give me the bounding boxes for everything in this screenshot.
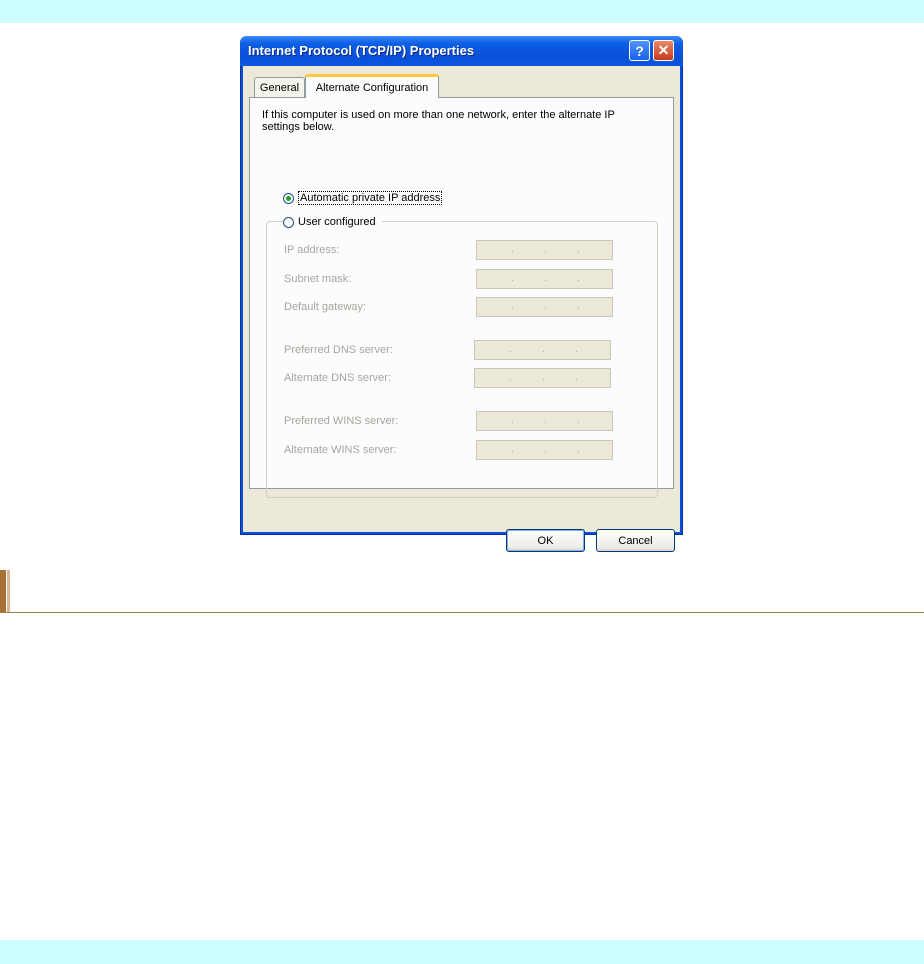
top-band [0,0,924,23]
preferred-dns-label: Preferred DNS server: [284,344,393,356]
ip-dot: . [544,415,547,426]
cancel-button[interactable]: Cancel [596,529,675,552]
radio-unchecked-icon[interactable] [283,216,294,228]
default-gateway-input[interactable]: . . . [476,297,613,317]
preferred-dns-row: Preferred DNS server: . . . [284,340,614,360]
tcpip-properties-dialog: Internet Protocol (TCP/IP) Properties ? … [240,36,683,552]
ip-dot: . [511,415,514,426]
user-configured-option[interactable]: User configured [283,216,382,228]
dialog-title: Internet Protocol (TCP/IP) Properties [248,43,475,58]
section-divider [0,612,924,613]
ip-dot: . [544,444,547,455]
ip-address-label: IP address: [284,244,340,256]
automatic-private-ip-option[interactable]: Automatic private IP address [283,191,443,205]
user-configured-label: User configured [298,216,376,228]
default-gateway-label: Default gateway: [284,301,366,313]
alternate-wins-row: Alternate WINS server: . . . [284,440,614,460]
ip-dot: . [577,301,580,312]
close-icon: ✕ [657,42,670,58]
alternate-dns-row: Alternate DNS server: . . . [284,368,614,388]
tab-general[interactable]: General [254,77,305,97]
ip-dot: . [511,301,514,312]
alternate-dns-input[interactable]: . . . [474,368,611,388]
preferred-wins-label: Preferred WINS server: [284,415,399,427]
preferred-dns-input[interactable]: . . . [474,340,611,360]
dialog-client-area: General Alternate Configuration If this … [243,66,680,552]
close-button[interactable]: ✕ [653,40,674,61]
title-bar[interactable]: Internet Protocol (TCP/IP) Properties ? … [240,36,683,66]
ip-dot: . [509,372,512,383]
help-button[interactable]: ? [629,40,650,61]
tab-alternate-configuration[interactable]: Alternate Configuration [305,74,439,98]
ip-dot: . [511,273,514,284]
ip-dot: . [544,244,547,255]
ip-dot: . [575,372,578,383]
preferred-wins-input[interactable]: . . . [476,411,613,431]
help-icon: ? [635,42,644,59]
preferred-wins-row: Preferred WINS server: . . . [284,411,614,431]
alternate-wins-input[interactable]: . . . [476,440,613,460]
ip-address-input[interactable]: . . . [476,240,613,260]
ip-dot: . [577,444,580,455]
ip-dot: . [542,372,545,383]
radio-checked-icon[interactable] [283,192,294,204]
ip-dot: . [575,344,578,355]
ip-dot: . [544,301,547,312]
ip-dot: . [542,344,545,355]
section-heading-accent [0,570,6,612]
subnet-mask-label: Subnet mask: [284,273,352,285]
section-heading-accent-light [7,570,10,612]
ip-dot: . [577,244,580,255]
ok-button[interactable]: OK [506,529,585,552]
ip-dot: . [511,444,514,455]
subnet-mask-row: Subnet mask: . . . [284,269,614,289]
alternate-wins-label: Alternate WINS server: [284,444,397,456]
automatic-private-ip-label: Automatic private IP address [298,191,443,205]
ip-dot: . [509,344,512,355]
ip-dot: . [577,415,580,426]
default-gateway-row: Default gateway: . . . [284,297,614,317]
subnet-mask-input[interactable]: . . . [476,269,613,289]
ip-dot: . [577,273,580,284]
alternate-dns-label: Alternate DNS server: [284,372,391,384]
bottom-band [0,940,924,964]
description-text: If this computer is used on more than on… [262,109,615,133]
ip-dot: . [511,244,514,255]
ip-address-row: IP address: . . . [284,240,614,260]
ip-dot: . [544,273,547,284]
